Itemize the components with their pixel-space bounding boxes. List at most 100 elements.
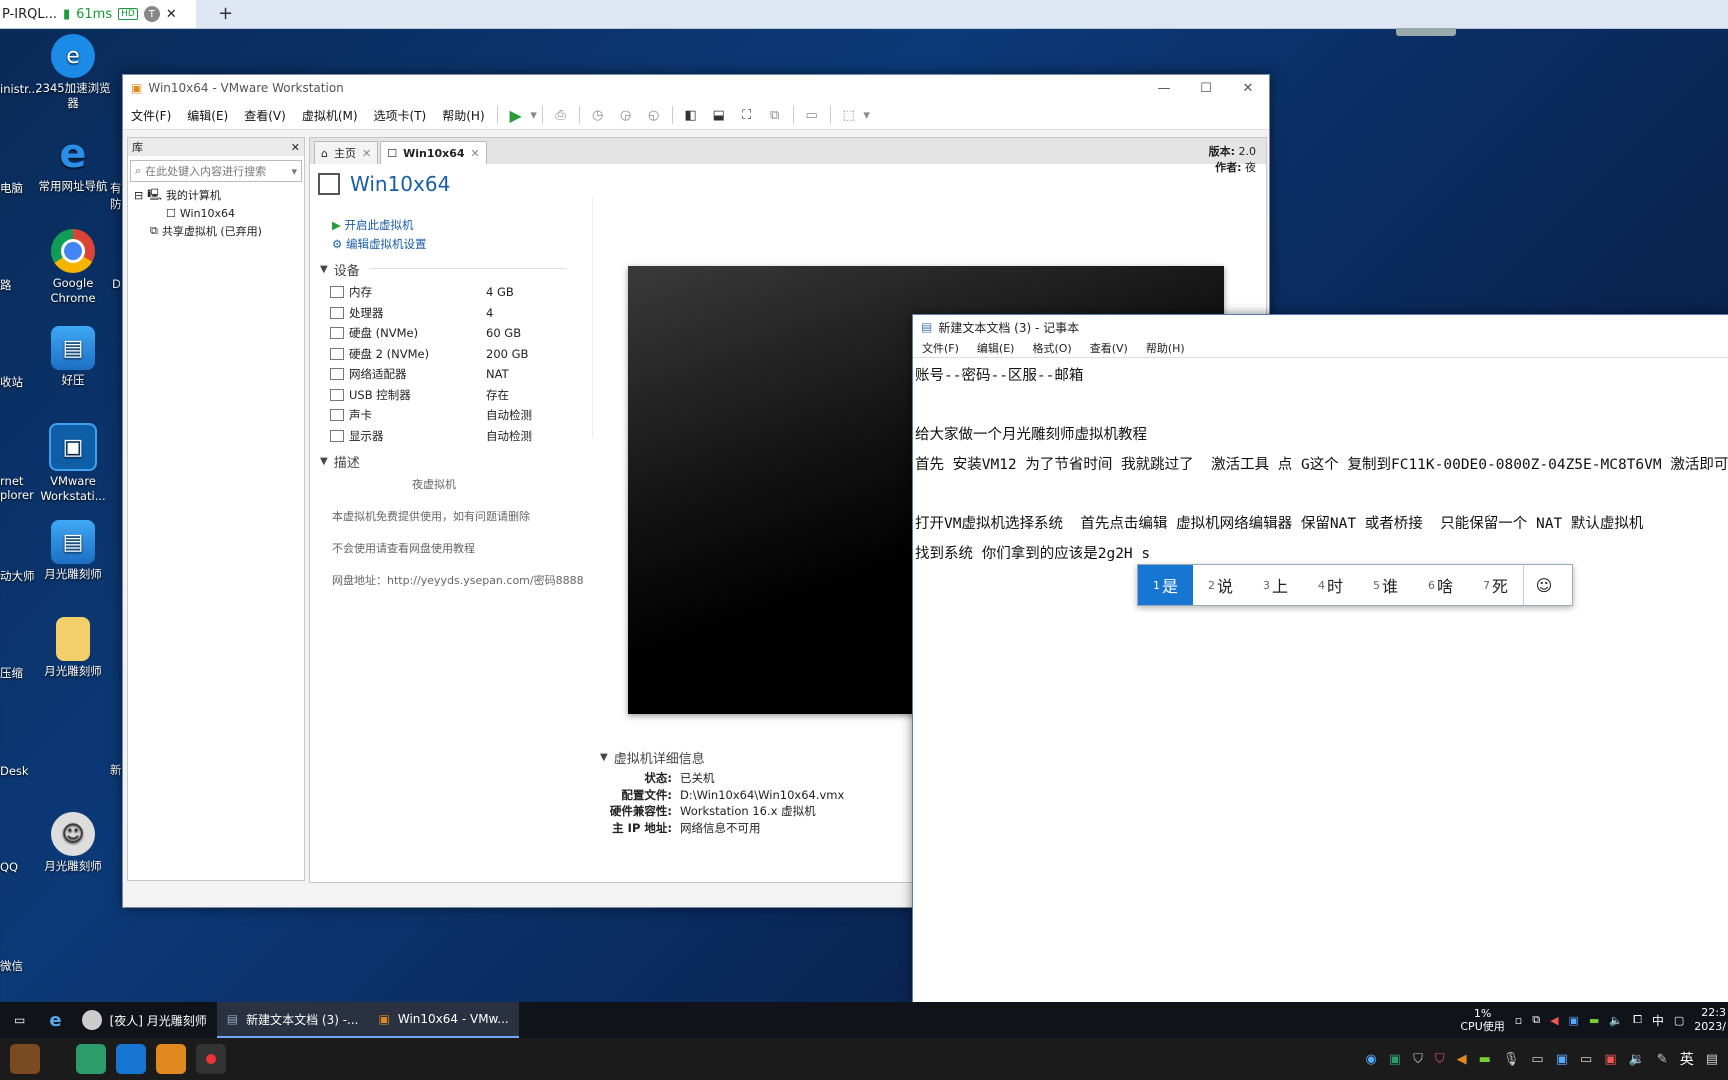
taskbar-item-vmware[interactable]: ▣ Win10x64 - VMw... [368,1002,519,1038]
minimize-icon[interactable]: — [1143,75,1185,101]
tray-app-icon[interactable]: ◀ [1457,1052,1467,1067]
menu-view[interactable]: 查看(V) [236,107,294,124]
record-icon[interactable] [196,1044,226,1074]
taskbar-item-notepad[interactable]: ▤ 新建文本文档 (3) -... [216,1002,369,1038]
close-tab-icon[interactable]: ✕ [362,147,371,160]
partial-icon-label[interactable]: inistr... [0,82,39,96]
desktop-icon-chrome[interactable]: Google Chrome [33,229,113,306]
desktop-icon-yueguang-folder[interactable]: 月光雕刻师 [33,617,113,679]
revert-snapshot-icon[interactable]: ◶ [617,106,635,124]
shield-icon[interactable]: ⛉ [1413,1052,1423,1067]
power-on-vm-link[interactable]: ▶ 开启此虚拟机 [332,216,426,235]
ime-candidate[interactable]: 6啥 [1413,565,1468,605]
menu-tabs[interactable]: 选项卡(T) [366,107,435,124]
desktop-icon-2345[interactable]: e 2345加速浏览器 [33,34,113,111]
ime-candidate[interactable]: 1是 [1138,565,1193,605]
volume-icon[interactable]: 🔈 [1609,1014,1623,1027]
partial-icon-label[interactable]: QQ [0,860,18,874]
close-library-icon[interactable]: ✕ [291,141,300,154]
device-row-disk-2[interactable]: 硬盘 2 (NVMe) 200 GB [330,344,560,365]
ime-mode-indicator[interactable]: 英 [1680,1049,1694,1069]
vmware-titlebar[interactable]: ▣ Win10x64 - VMware Workstation [123,75,1269,101]
notepad-text-area[interactable]: 账号--密码--区服--邮箱 给大家做一个月光雕刻师虚拟机教程 首先 安装VM1… [913,358,1728,574]
maximize-icon[interactable]: ☐ [1185,75,1227,101]
tree-item-shared-vms[interactable]: ⧉ 共享虚拟机 (已弃用) [128,222,304,240]
partial-icon-label[interactable]: 有防 [110,180,122,212]
tab-home[interactable]: ⌂ 主页 ✕ [314,141,379,164]
volume-icon[interactable]: 🔉 [1629,1052,1645,1067]
partial-icon-label[interactable]: 压缩 [0,665,23,681]
desktop-icon-haozip[interactable]: ▤ 好压 [33,326,113,388]
desktop-icon-yueguang-zip[interactable]: ▤ 月光雕刻师 [33,520,113,582]
menu-help[interactable]: 帮助(H) [1137,340,1194,356]
tab-win10x64[interactable]: ☐ Win10x64 ✕ [380,141,487,164]
tray-app-icon[interactable]: ◀ [1550,1014,1558,1027]
tray-app-icon[interactable]: ▫ [1515,1014,1522,1027]
menu-edit[interactable]: 编辑(E) [968,340,1024,356]
thumbnail-bar-icon[interactable]: ⬓ [710,106,728,124]
menu-format[interactable]: 格式(O) [1023,340,1080,356]
clock[interactable]: 22:3 2023/ [1694,1006,1728,1034]
task-view-icon[interactable]: ▭ [0,1002,39,1038]
new-tab-button[interactable]: + [218,3,233,24]
tray-app-icon[interactable]: ▭ [1531,1052,1543,1067]
desktop-icon-ie-nav[interactable]: e 常用网址导航 [33,132,113,194]
ime-candidate[interactable]: 7死 [1468,565,1523,605]
description-section-header[interactable]: ▼ 描述 [320,452,360,471]
edit-vm-settings-link[interactable]: ⚙ 编辑虚拟机设置 [332,235,426,254]
menu-edit[interactable]: 编辑(E) [179,107,236,124]
host-app-icon[interactable] [76,1044,106,1074]
tray-app-icon[interactable]: ▣ [1569,1014,1579,1027]
stretch-icon[interactable]: ⬚ [840,106,858,124]
host-app-icon[interactable] [156,1044,186,1074]
device-row-usb[interactable]: USB 控制器 存在 [330,385,560,406]
notepad-titlebar[interactable]: ▤ 新建文本文档 (3) - 记事本 [913,315,1728,339]
tree-item-my-computer[interactable]: ⊟ 🖳 我的计算机 [128,186,304,204]
tray-app-icon[interactable]: ▣ [1604,1052,1616,1067]
menu-file[interactable]: 文件(F) [913,340,968,356]
close-tab-icon[interactable]: ✕ [471,147,480,160]
device-row-processor[interactable]: 处理器 4 [330,303,560,324]
partial-icon-label[interactable]: rnet plorer [0,474,34,502]
drag-handle[interactable] [1396,28,1456,36]
tray-app-icon[interactable]: ▬ [1589,1014,1599,1027]
partial-icon-label[interactable]: 电脑 [0,180,23,196]
partial-icon-label[interactable]: Desk [0,764,29,778]
collapse-icon[interactable]: ⊟ [134,189,143,202]
ime-candidate[interactable]: 3上 [1248,565,1303,605]
ime-candidate[interactable]: 2说 [1193,565,1248,605]
pen-icon[interactable]: ✎ [1657,1052,1668,1067]
library-search-input[interactable]: ⌕ 在此处键入内容进行搜索 ▾ [130,160,302,182]
tray-app-icon[interactable]: ▣ [1556,1052,1568,1067]
console-view-icon[interactable]: ▭ [803,106,821,124]
cpu-usage[interactable]: 1% CPU使用 [1460,1007,1504,1033]
chevron-down-icon[interactable]: ▾ [291,165,297,178]
taskbar-item-game[interactable]: [夜人] 月光雕刻师 [72,1002,217,1038]
snapshot-manager-icon[interactable]: ◵ [645,106,663,124]
menu-vm[interactable]: 虚拟机(M) [294,107,366,124]
menu-view[interactable]: 查看(V) [1081,340,1137,356]
profile-icon[interactable]: T [143,6,160,22]
tray-app-icon[interactable]: ◉ [1365,1052,1376,1067]
device-row-network[interactable]: 网络适配器 NAT [330,364,560,385]
ime-candidate[interactable]: 4时 [1303,565,1358,605]
partial-icon-label[interactable]: 微信 [0,958,23,974]
fullscreen-icon[interactable]: ⛶ [738,106,756,124]
close-icon[interactable]: ✕ [1227,75,1269,101]
chevron-down-icon[interactable]: ▾ [863,106,871,124]
device-row-display[interactable]: 显示器 自动检测 [330,426,560,447]
partial-icon-label[interactable]: D [112,277,121,291]
partial-icon-label[interactable]: 收站 [0,374,23,390]
ime-candidate[interactable]: 5谁 [1358,565,1413,605]
network-icon[interactable]: ⧠ [1633,1013,1642,1027]
unity-icon[interactable]: ⧉ [766,106,784,124]
device-row-sound[interactable]: 声卡 自动检测 [330,405,560,426]
ie-taskbar-icon[interactable]: e [39,1002,71,1038]
partial-icon-label[interactable]: 新 [110,762,122,778]
tree-item-win10x64[interactable]: ☐ Win10x64 [128,204,304,222]
browser-tab[interactable]: P-IRQL... ▮ 61ms HD T ✕ [0,0,196,28]
shield-icon[interactable]: ⛉ [1435,1052,1445,1067]
tray-app-icon[interactable]: ▣ [1389,1052,1401,1067]
partial-icon-label[interactable]: 动大师 [0,568,35,584]
devices-section-header[interactable]: ▼ 设备 [320,260,360,279]
